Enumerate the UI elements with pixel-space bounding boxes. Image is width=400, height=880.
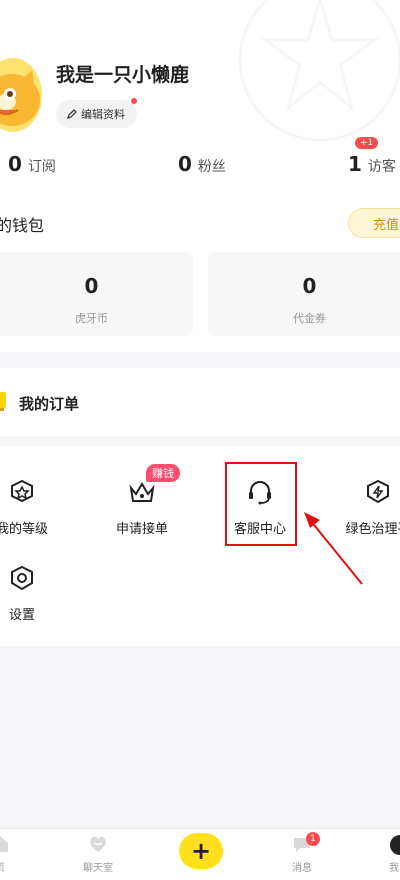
my-orders-row[interactable]: 我的订单 [0,368,400,436]
grid-item-settings-label: 设置 [8,608,35,623]
visitors-count: 1 [348,152,362,176]
huya-coin-card[interactable]: 0 虎牙币 [0,252,193,336]
order-icon [0,392,6,411]
wallet-title: 的钱包 [0,216,45,235]
grid-item-level[interactable]: 我的等级 [0,478,72,537]
add-button[interactable]: + [179,833,223,869]
shield-icon [367,479,389,504]
tab-home-label: 页 [0,863,5,874]
pointer-arrow-icon [304,512,363,585]
background-decoration-icon [238,0,400,142]
message-badge: 1 [306,832,320,846]
tab-home[interactable]: 页 [0,833,30,874]
grid-item-apply-order[interactable]: 申请接单 [92,478,192,537]
my-orders-title: 我的订单 [19,395,80,413]
level-icon [11,479,33,503]
settings-icon [11,565,33,591]
avatar[interactable] [0,58,42,132]
tab-me[interactable] [390,835,400,855]
tab-me-label-wrap: 我 [364,859,400,874]
edit-profile-button[interactable]: 编辑资料 [56,98,137,128]
bottom-tab-bar: 页 聊天室 + 消息 1 我 [0,828,400,880]
home-icon [0,836,8,852]
earn-money-badge: 赚钱 [146,464,180,482]
feature-grid: 我的等级 申请接单 赚钱 客服中心 绿色治理平 设置 [0,446,400,646]
username: 我是一只小懒鹿 [56,64,190,86]
subscribe-count: 0 [8,152,22,176]
fans-label: 粉丝 [197,159,226,175]
profile-header: 我是一只小懒鹿 编辑资料 0 订阅 0 粉丝 1 访客 +1 [0,0,400,200]
voucher-label: 代金券 [293,312,326,325]
voucher-value: 0 [302,274,317,298]
notification-dot [131,98,137,104]
subscribe-label: 订阅 [27,159,56,175]
visitors-badge: +1 [355,137,379,149]
voucher-card[interactable]: 0 代金券 [208,252,400,336]
wallet-section: 的钱包 充值 0 虎牙币 0 代金券 [0,200,400,352]
recharge-button[interactable]: 充值 [348,208,400,238]
highlight-box [225,462,297,546]
tab-chat-room[interactable]: 聊天室 [68,833,128,874]
visitors-label: 访客 [367,159,396,175]
huya-coin-label: 虎牙币 [75,312,108,325]
tiger-avatar-icon [0,70,40,126]
grid-item-settings[interactable]: 设置 [0,564,72,623]
grid-item-level-label: 我的等级 [0,522,48,537]
chat-room-icon [90,836,106,852]
edit-profile-label: 编辑资料 [81,108,125,121]
tab-me-label: 我 [389,863,399,874]
grid-item-apply-order-label: 申请接单 [115,522,168,537]
tab-messages[interactable]: 消息 [272,833,332,874]
fans-stat[interactable]: 0 粉丝 [178,152,226,176]
tab-chat-room-label: 聊天室 [83,863,113,874]
visitors-stat[interactable]: 1 访客 [348,152,396,176]
pencil-icon [67,109,77,119]
subscribe-stat[interactable]: 0 订阅 [8,152,56,176]
tab-messages-label: 消息 [292,863,312,874]
fans-count: 0 [178,152,192,176]
huya-coin-value: 0 [84,274,99,298]
crown-icon [129,482,155,502]
